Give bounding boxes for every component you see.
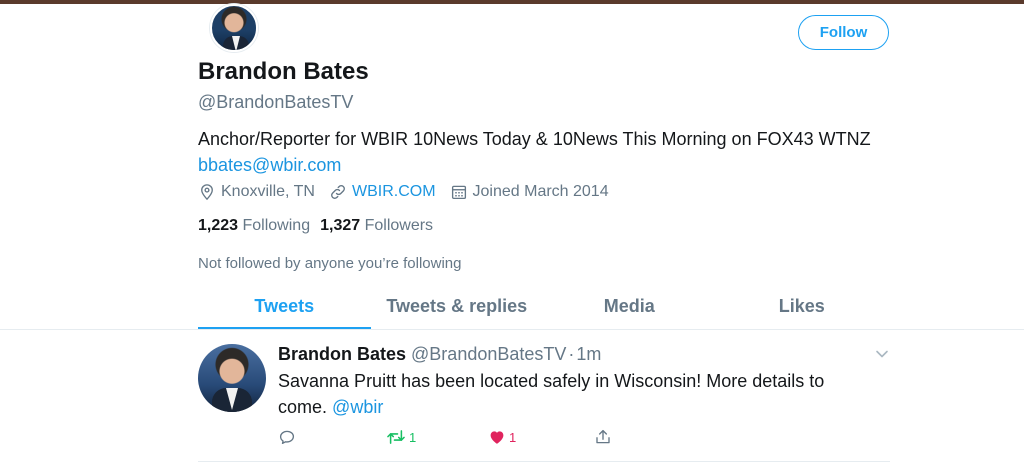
share-button[interactable] <box>594 428 612 446</box>
bio-email-link[interactable]: bbates@wbir.com <box>198 155 341 175</box>
tweet-avatar[interactable] <box>198 344 266 412</box>
tweet-header: Brandon Bates @BrandonBatesTV · 1m <box>278 344 601 365</box>
website-link[interactable]: WBIR.COM <box>352 183 436 201</box>
retweet-icon <box>387 430 405 444</box>
chevron-down-icon[interactable] <box>874 346 890 362</box>
tab-likes[interactable]: Likes <box>716 290 889 330</box>
location-item: Knoxville, TN <box>198 183 315 201</box>
tweet-text: Savanna Pruitt has been located safely i… <box>278 368 878 420</box>
profile-bio: Anchor/Reporter for WBIR 10News Today & … <box>198 126 878 178</box>
follow-button[interactable]: Follow <box>798 15 889 50</box>
like-button[interactable]: 1 <box>488 428 516 446</box>
reply-button[interactable] <box>278 428 296 446</box>
followers-count: 1,327 <box>320 217 361 234</box>
tab-tweets-and-replies[interactable]: Tweets & replies <box>371 290 544 330</box>
following-count-link[interactable]: 1,223 Following <box>198 217 310 235</box>
followers-count-link[interactable]: 1,327 Followers <box>320 217 433 235</box>
share-icon <box>596 429 610 444</box>
map-pin-icon <box>201 184 213 201</box>
following-count: 1,223 <box>198 217 239 234</box>
joined-text: Joined March 2014 <box>472 183 609 200</box>
tweet-mention-link[interactable]: @wbir <box>332 397 383 417</box>
joined-item: Joined March 2014 <box>450 183 609 201</box>
heart-icon <box>490 431 504 444</box>
top-banner-edge <box>0 0 1024 4</box>
tweet-divider <box>198 461 890 462</box>
profile-meta: Knoxville, TN WBIR.COM Joined March 2014 <box>198 183 623 201</box>
followed-by-text: Not followed by anyone you’re following <box>198 255 462 272</box>
link-icon <box>331 185 345 199</box>
tweet-timestamp[interactable]: 1m <box>576 344 601 365</box>
profile-counts: 1,223 Following 1,327 Followers <box>198 217 443 235</box>
reply-icon <box>279 430 295 445</box>
like-count: 1 <box>509 429 517 445</box>
profile-tabs: Tweets Tweets & replies Media Likes <box>198 290 888 330</box>
profile-handle: @BrandonBatesTV <box>198 92 354 112</box>
tab-tweets[interactable]: Tweets <box>198 290 371 330</box>
retweet-count: 1 <box>409 429 417 445</box>
tweet-author-name[interactable]: Brandon Bates <box>278 344 406 365</box>
location-text: Knoxville, TN <box>221 183 315 200</box>
website-item[interactable]: WBIR.COM <box>329 183 436 201</box>
calendar-icon <box>451 185 466 200</box>
tabs-divider <box>0 329 1024 330</box>
profile-name: Brandon Bates <box>198 58 369 85</box>
tweet[interactable]: Brandon Bates @BrandonBatesTV · 1m Savan… <box>198 340 890 462</box>
tweet-author-handle[interactable]: @BrandonBatesTV <box>411 344 566 365</box>
profile-avatar[interactable] <box>210 4 258 52</box>
following-label: Following <box>242 217 311 234</box>
tab-media[interactable]: Media <box>543 290 716 330</box>
tweet-separator: · <box>568 344 575 364</box>
retweet-button[interactable]: 1 <box>386 428 416 446</box>
bio-text: Anchor/Reporter for WBIR 10News Today & … <box>198 129 871 149</box>
tweet-actions: 1 1 <box>278 428 638 448</box>
followers-label: Followers <box>364 217 434 234</box>
